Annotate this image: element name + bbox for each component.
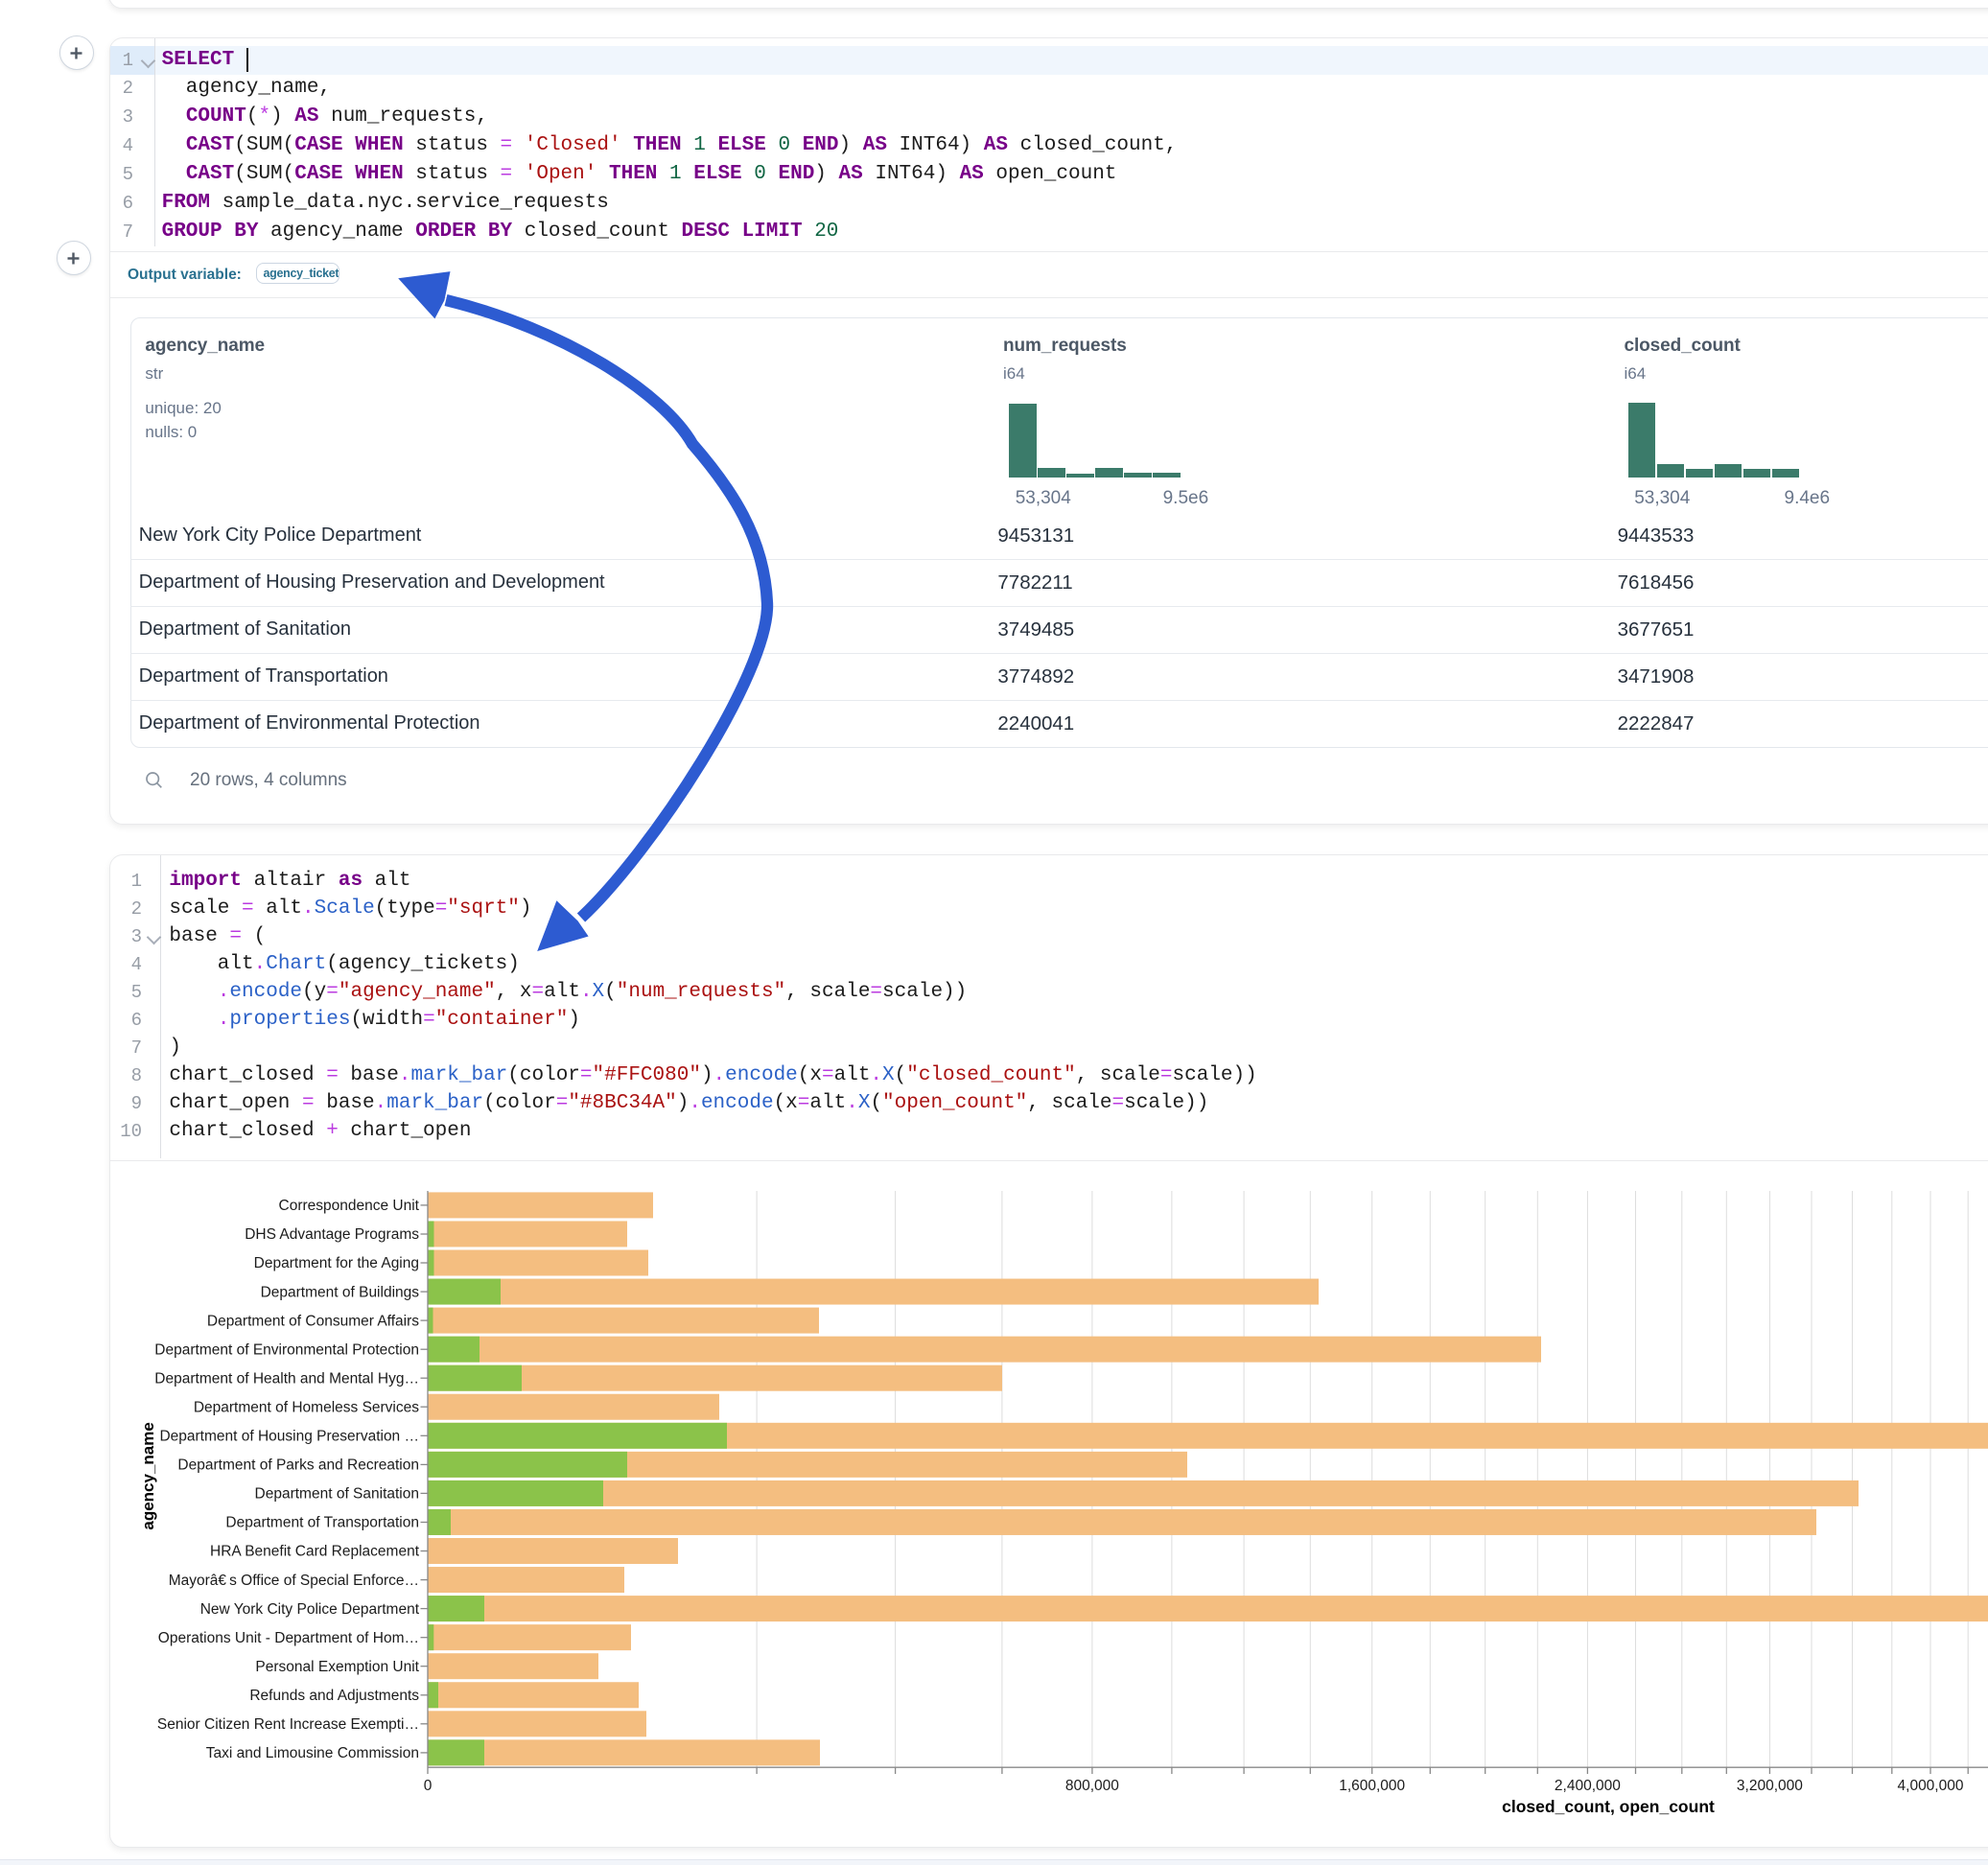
svg-text:3,200,000: 3,200,000: [1737, 1778, 1803, 1794]
svg-text:Taxi and Limousine Commission: Taxi and Limousine Commission: [206, 1745, 419, 1761]
svg-text:Department of Consumer Affairs: Department of Consumer Affairs: [207, 1313, 419, 1329]
svg-text:Department of Health and Menta: Department of Health and Mental Hyg…: [154, 1370, 419, 1387]
svg-text:1,600,000: 1,600,000: [1339, 1778, 1405, 1794]
svg-text:Department for the Aging: Department for the Aging: [254, 1255, 419, 1271]
svg-text:Department of Buildings: Department of Buildings: [261, 1284, 420, 1300]
svg-text:HRA Benefit Card Replacement: HRA Benefit Card Replacement: [210, 1544, 420, 1560]
svg-text:4,000,000: 4,000,000: [1898, 1778, 1964, 1794]
svg-text:DHS Advantage Programs: DHS Advantage Programs: [245, 1226, 419, 1243]
svg-text:Personal Exemption Unit: Personal Exemption Unit: [255, 1659, 419, 1675]
svg-text:Correspondence Unit: Correspondence Unit: [279, 1198, 420, 1214]
svg-text:Department of Parks and Recrea: Department of Parks and Recreation: [177, 1457, 419, 1474]
svg-text:Mayorâ€ s Office of Special En: Mayorâ€ s Office of Special Enforce…: [169, 1573, 419, 1589]
svg-text:Department of Environmental Pr: Department of Environmental Protection: [154, 1341, 419, 1358]
svg-text:800,000: 800,000: [1065, 1778, 1119, 1794]
svg-text:Senior Citizen Rent Increase E: Senior Citizen Rent Increase Exempti…: [157, 1716, 419, 1733]
svg-text:Department of Transportation: Department of Transportation: [225, 1515, 419, 1531]
svg-text:Department of Sanitation: Department of Sanitation: [255, 1486, 419, 1503]
svg-text:0: 0: [424, 1778, 433, 1794]
svg-text:Department of Homeless Service: Department of Homeless Services: [194, 1400, 419, 1416]
svg-text:agency_name: agency_name: [139, 1422, 157, 1529]
svg-text:closed_count, open_count: closed_count, open_count: [1502, 1797, 1715, 1816]
svg-text:New York City Police Departmen: New York City Police Department: [200, 1601, 420, 1618]
svg-text:Department of Housing Preserva: Department of Housing Preservation …: [159, 1429, 419, 1445]
svg-text:Refunds and Adjustments: Refunds and Adjustments: [249, 1688, 419, 1704]
svg-text:2,400,000: 2,400,000: [1555, 1778, 1621, 1794]
svg-text:Operations Unit - Department o: Operations Unit - Department of Hom…: [158, 1630, 419, 1646]
